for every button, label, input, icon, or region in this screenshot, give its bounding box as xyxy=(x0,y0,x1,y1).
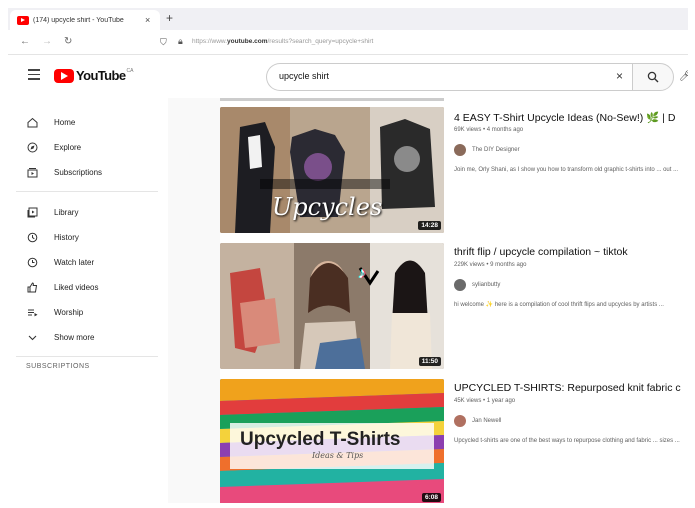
sidebar-item-history[interactable]: History xyxy=(8,225,158,250)
result-1-channel[interactable]: The DIY Designer xyxy=(454,144,520,156)
youtube-favicon-icon xyxy=(17,15,29,25)
result-3-channel[interactable]: Jan Newell xyxy=(454,415,501,427)
result-1-thumbnail[interactable]: Upcycles 14:28 xyxy=(220,107,444,233)
playlist-icon xyxy=(26,307,38,319)
sidebar-divider xyxy=(16,191,158,192)
result-2-channel[interactable]: sylianbutty xyxy=(454,279,500,291)
youtube-header: YouTube CA upcycle shirt × 🎤︎ xyxy=(8,56,688,98)
result-1-title[interactable]: 4 EASY T-Shirt Upcycle Ideas (No-Sew!) 🌿… xyxy=(454,111,675,124)
shield-icon[interactable]: ⛉ xyxy=(160,37,167,48)
duration-badge: 11:50 xyxy=(418,357,441,366)
sidebar-item-label: Home xyxy=(54,118,76,127)
thumbnail-title: Upcycles xyxy=(272,193,383,221)
reload-icon[interactable]: ↻ xyxy=(64,36,72,47)
sidebar-item-label: Liked videos xyxy=(54,283,99,292)
channel-name[interactable]: The DIY Designer xyxy=(472,147,520,153)
address-bar-row: ← → ↻ ⛉ 🔒︎ https://www.youtube.com/resul… xyxy=(8,32,688,55)
sidebar: Home Explore Subscriptions Library Histo… xyxy=(8,98,168,503)
sidebar-item-watch-later[interactable]: Watch later xyxy=(8,250,158,275)
tab-strip: (174) upcycle shirt - YouTube × + xyxy=(8,8,688,30)
avatar[interactable] xyxy=(454,415,466,427)
avatar[interactable] xyxy=(454,279,466,291)
url-domain: youtube.com xyxy=(227,38,268,45)
sidebar-item-worship[interactable]: Worship xyxy=(8,300,158,325)
thumbnail-subtitle: Ideas & Tips xyxy=(312,451,364,460)
sidebar-item-label: Worship xyxy=(54,308,84,317)
youtube-logo[interactable]: YouTube CA xyxy=(54,68,133,83)
tiktok-logo-icon: ♪ xyxy=(358,265,366,282)
sidebar-item-label: Subscriptions xyxy=(54,168,103,177)
hamburger-menu-icon[interactable] xyxy=(28,69,40,83)
result-1-description: Join me, Orly Shani, as I show you how t… xyxy=(454,167,679,173)
sidebar-item-home[interactable]: Home xyxy=(8,110,158,135)
search-box[interactable]: upcycle shirt × xyxy=(266,63,633,91)
clock-icon xyxy=(26,257,38,269)
search-icon xyxy=(647,71,659,83)
duration-badge: 6:08 xyxy=(421,493,441,502)
microphone-icon[interactable]: 🎤︎ xyxy=(679,71,688,82)
result-2-thumbnail[interactable]: ♪ 11:50 xyxy=(220,243,444,369)
library-icon xyxy=(26,207,38,219)
subscriptions-heading: SUBSCRIPTIONS xyxy=(26,363,90,370)
sidebar-divider xyxy=(16,356,158,357)
clear-search-icon[interactable]: × xyxy=(616,69,623,83)
sidebar-item-label: Library xyxy=(54,208,79,217)
sidebar-item-label: Explore xyxy=(54,143,82,152)
subscriptions-icon xyxy=(26,167,38,179)
tab-title: (174) upcycle shirt - YouTube xyxy=(33,16,124,24)
url-field[interactable]: https://www.youtube.com/results?search_q… xyxy=(192,38,373,45)
logo-wordmark: YouTube xyxy=(76,68,126,83)
duration-badge: 14:28 xyxy=(418,221,441,230)
previous-result-edge xyxy=(220,98,444,101)
back-arrow-icon[interactable]: ← xyxy=(20,36,30,47)
sidebar-item-label: Watch later xyxy=(54,258,95,267)
thumbnail-image xyxy=(220,243,444,369)
content-gutter xyxy=(168,98,220,503)
home-icon xyxy=(26,117,38,129)
browser-window: (174) upcycle shirt - YouTube × + ← → ↻ … xyxy=(8,8,688,503)
url-path: /results?search_query=upcycle+shirt xyxy=(267,38,374,45)
history-icon xyxy=(26,232,38,244)
thumbnail-title: Upcycled T-Shirts xyxy=(240,429,401,450)
sidebar-item-subscriptions[interactable]: Subscriptions xyxy=(8,160,158,185)
sidebar-item-show-more[interactable]: Show more xyxy=(8,325,158,350)
compass-icon xyxy=(26,142,38,154)
result-1-meta: 69K views • 4 months ago xyxy=(454,127,524,133)
sidebar-item-label: History xyxy=(54,233,79,242)
logo-region: CA xyxy=(126,68,134,74)
forward-arrow-icon[interactable]: → xyxy=(42,36,52,47)
search-button[interactable] xyxy=(632,63,674,91)
result-2-title[interactable]: thrift flip / upcycle compilation ~ tikt… xyxy=(454,246,628,258)
result-3-meta: 45K views • 1 year ago xyxy=(454,398,516,404)
search-input[interactable]: upcycle shirt xyxy=(279,71,329,81)
result-3-title[interactable]: UPCYCLED T-SHIRTS: Repurposed knit fabri… xyxy=(454,382,681,394)
result-3-description: Upcycled t-shirts are one of the best wa… xyxy=(454,438,680,444)
play-logo-icon xyxy=(54,68,74,83)
result-2-description: hi welcome ✨ here is a compilation of co… xyxy=(454,302,664,308)
sidebar-item-explore[interactable]: Explore xyxy=(8,135,158,160)
sidebar-item-library[interactable]: Library xyxy=(8,200,158,225)
avatar[interactable] xyxy=(454,144,466,156)
channel-name[interactable]: Jan Newell xyxy=(472,418,501,424)
chevron-down-icon xyxy=(26,332,38,344)
tab-close-icon[interactable]: × xyxy=(145,15,150,25)
thumbs-up-icon xyxy=(26,282,38,294)
new-tab-button[interactable]: + xyxy=(166,11,173,25)
sidebar-item-liked-videos[interactable]: Liked videos xyxy=(8,275,158,300)
url-prefix: https://www. xyxy=(192,38,228,45)
result-3-thumbnail[interactable]: Upcycled T-Shirts Ideas & Tips 6:08 xyxy=(220,379,444,503)
result-2-meta: 229K views • 9 months ago xyxy=(454,262,527,268)
channel-name[interactable]: sylianbutty xyxy=(472,282,500,288)
browser-tab[interactable]: (174) upcycle shirt - YouTube × xyxy=(10,10,160,30)
lock-icon[interactable]: 🔒︎ xyxy=(178,36,183,47)
sidebar-item-label: Show more xyxy=(54,333,95,342)
